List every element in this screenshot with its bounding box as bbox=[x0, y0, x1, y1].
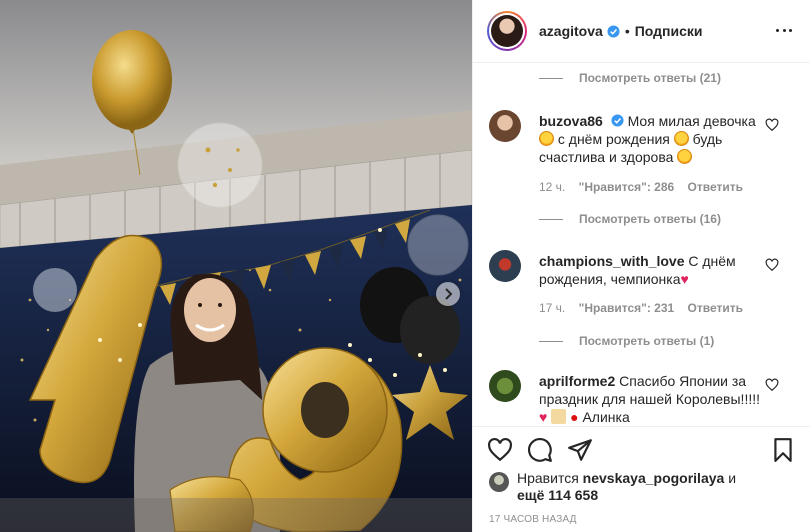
carousel-next-button[interactable] bbox=[436, 282, 460, 306]
header-separator: • bbox=[624, 23, 630, 39]
view-replies-button[interactable]: Посмотреть ответы (21) bbox=[539, 71, 721, 85]
likes-count-button[interactable]: ещё 114 658 bbox=[517, 487, 598, 503]
commenter-avatar[interactable] bbox=[489, 370, 521, 402]
smiling-face-hearts-emoji-icon bbox=[539, 131, 554, 146]
commenter-username[interactable]: champions_with_love bbox=[539, 253, 684, 269]
comments-list[interactable]: Посмотреть ответы (21) buzova86 Моя мила… bbox=[473, 64, 810, 425]
heart-eyes-emoji-icon bbox=[677, 149, 693, 164]
liker-avatar[interactable] bbox=[489, 472, 509, 492]
commenter-avatar[interactable] bbox=[489, 250, 521, 282]
heart-icon[interactable] bbox=[765, 118, 779, 132]
view-replies-button[interactable]: Посмотреть ответы (1) bbox=[539, 334, 714, 348]
commenter-username[interactable]: buzova86 bbox=[539, 113, 603, 129]
verified-badge-icon bbox=[611, 114, 624, 127]
more-options-icon[interactable] bbox=[776, 22, 792, 38]
reply-button[interactable]: Ответить bbox=[688, 301, 743, 315]
red-heart-emoji-icon: ♥ bbox=[539, 409, 548, 425]
heart-icon[interactable] bbox=[765, 378, 779, 392]
heart-icon[interactable] bbox=[765, 258, 779, 272]
liker-username[interactable]: nevskaya_pogorilaya bbox=[583, 470, 725, 486]
comment-text: buzova86 Моя милая девочка с днём рожден… bbox=[539, 113, 756, 165]
likes-conjunction: и bbox=[728, 470, 737, 486]
post-actions bbox=[473, 426, 810, 472]
comment-time: 17 ч. bbox=[539, 301, 566, 315]
view-replies-button[interactable]: Посмотреть ответы (16) bbox=[539, 212, 721, 226]
commenter-username[interactable]: aprilforme2 bbox=[539, 373, 615, 389]
post-header: azagitova • Подписки bbox=[473, 0, 810, 63]
photo-scene bbox=[0, 0, 472, 532]
japan-flag-emoji-icon bbox=[551, 409, 567, 424]
post-side-panel: azagitova • Подписки Посмотреть ответы (… bbox=[472, 0, 810, 532]
comment-meta: 17 ч. "Нравится": 231 Ответить bbox=[539, 301, 753, 315]
paper-plane-icon[interactable] bbox=[567, 437, 593, 463]
commenter-avatar[interactable] bbox=[489, 110, 521, 142]
comment-time: 12 ч. bbox=[539, 180, 566, 194]
post-photo[interactable] bbox=[0, 0, 472, 532]
post-timestamp[interactable]: 17 ЧАСОВ НАЗАД bbox=[489, 514, 577, 525]
comment-likes[interactable]: "Нравится": 231 bbox=[579, 301, 675, 315]
likes-prefix: Нравится bbox=[517, 470, 579, 486]
red-heart-emoji-icon: ♥ bbox=[680, 271, 689, 287]
comment-meta: 12 ч. "Нравится": 286 Ответить bbox=[539, 180, 753, 194]
author-avatar[interactable] bbox=[487, 11, 527, 51]
heart-icon[interactable] bbox=[487, 437, 513, 463]
red-circle-emoji-icon: ● bbox=[570, 409, 579, 425]
party-face-emoji-icon bbox=[673, 131, 689, 146]
chevron-right-icon bbox=[445, 288, 453, 300]
author-username[interactable]: azagitova bbox=[539, 23, 603, 39]
comment-likes[interactable]: "Нравится": 286 bbox=[579, 180, 675, 194]
bookmark-icon[interactable] bbox=[770, 437, 796, 463]
comment-bubble-icon[interactable] bbox=[527, 437, 553, 463]
comment-text: champions_with_love С днём рождения, чем… bbox=[539, 253, 736, 287]
verified-badge-icon bbox=[607, 24, 620, 38]
following-button[interactable]: Подписки bbox=[635, 23, 703, 39]
reply-button[interactable]: Ответить bbox=[688, 180, 743, 194]
comment-text: aprilforme2 Спасибо Японии за праздник д… bbox=[539, 373, 761, 425]
